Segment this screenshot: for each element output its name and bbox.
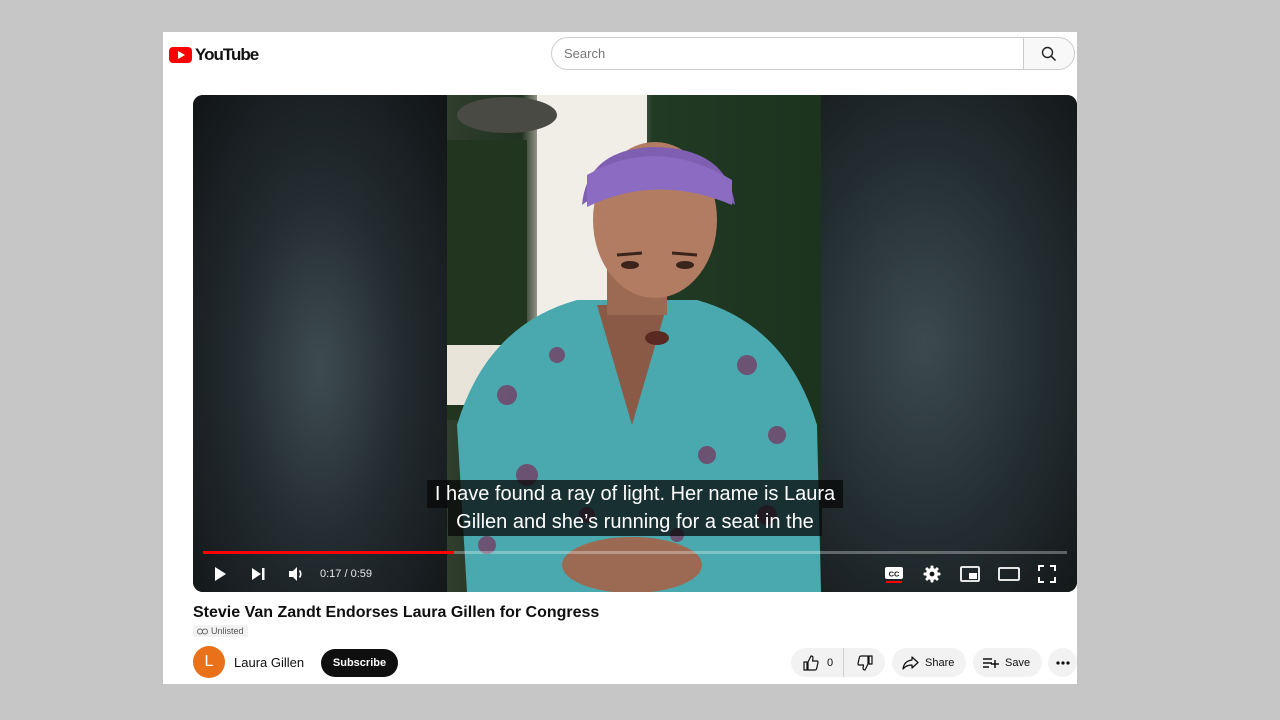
settings-button[interactable] (919, 561, 945, 587)
youtube-logo-icon (169, 47, 192, 63)
more-actions-button[interactable] (1048, 648, 1077, 677)
channel-name[interactable]: Laura Gillen (234, 655, 304, 670)
miniplayer-button[interactable] (957, 561, 983, 587)
link-icon (197, 628, 208, 634)
fullscreen-icon (1038, 565, 1056, 583)
player-controls: 0:17 / 0:59 CC (193, 557, 1077, 589)
search-bar (551, 37, 1075, 70)
dislike-button[interactable] (844, 648, 885, 677)
captions: I have found a ray of light. Her name is… (193, 480, 1077, 536)
caption-line: Gillen and she’s running for a seat in t… (448, 508, 822, 536)
svg-text:CC: CC (889, 570, 900, 579)
save-label: Save (1005, 656, 1031, 669)
avatar-initial: L (204, 653, 214, 670)
video-title: Stevie Van Zandt Endorses Laura Gillen f… (193, 604, 600, 621)
save-button[interactable]: Save (973, 648, 1042, 677)
unlisted-badge: Unlisted (193, 625, 248, 637)
save-icon (983, 657, 999, 668)
volume-icon (289, 567, 302, 581)
share-icon (902, 655, 919, 670)
caption-line: I have found a ray of light. Her name is… (426, 480, 844, 508)
next-icon (252, 568, 265, 580)
channel-avatar[interactable]: L (193, 646, 225, 678)
time-display: 0:17 / 0:59 (320, 568, 372, 580)
search-icon (1041, 46, 1057, 61)
share-label: Share (925, 656, 955, 669)
settings-icon (923, 565, 941, 583)
miniplayer-icon (960, 566, 980, 582)
youtube-logo[interactable]: YouTube (169, 45, 259, 65)
captions-button[interactable]: CC (881, 561, 907, 587)
progress-bar-fill (203, 551, 454, 554)
next-button[interactable] (245, 561, 271, 587)
like-dislike-group: 0 (791, 648, 885, 677)
like-button[interactable]: 0 (791, 648, 845, 677)
search-button[interactable] (1023, 37, 1075, 70)
play-icon (215, 567, 226, 581)
cc-icon: CC (885, 567, 903, 583)
search-input[interactable] (551, 37, 1023, 70)
dislike-icon (856, 654, 873, 671)
more-icon (1055, 660, 1070, 665)
like-count: 0 (827, 656, 834, 669)
logo-text: YouTube (195, 45, 259, 64)
theater-icon (998, 567, 1020, 581)
video-player[interactable]: I have found a ray of light. Her name is… (193, 95, 1077, 592)
play-button[interactable] (207, 561, 233, 587)
youtube-page: YouTube Search I have found a ray of lig… (163, 32, 1077, 684)
share-button[interactable]: Share (892, 648, 966, 677)
progress-bar[interactable] (203, 551, 1067, 554)
unlisted-label: Unlisted (211, 626, 244, 636)
volume-button[interactable] (283, 561, 309, 587)
theater-mode-button[interactable] (996, 561, 1022, 587)
fullscreen-button[interactable] (1034, 561, 1060, 587)
like-icon (803, 654, 819, 671)
subscribe-button[interactable]: Subscribe (321, 649, 398, 677)
